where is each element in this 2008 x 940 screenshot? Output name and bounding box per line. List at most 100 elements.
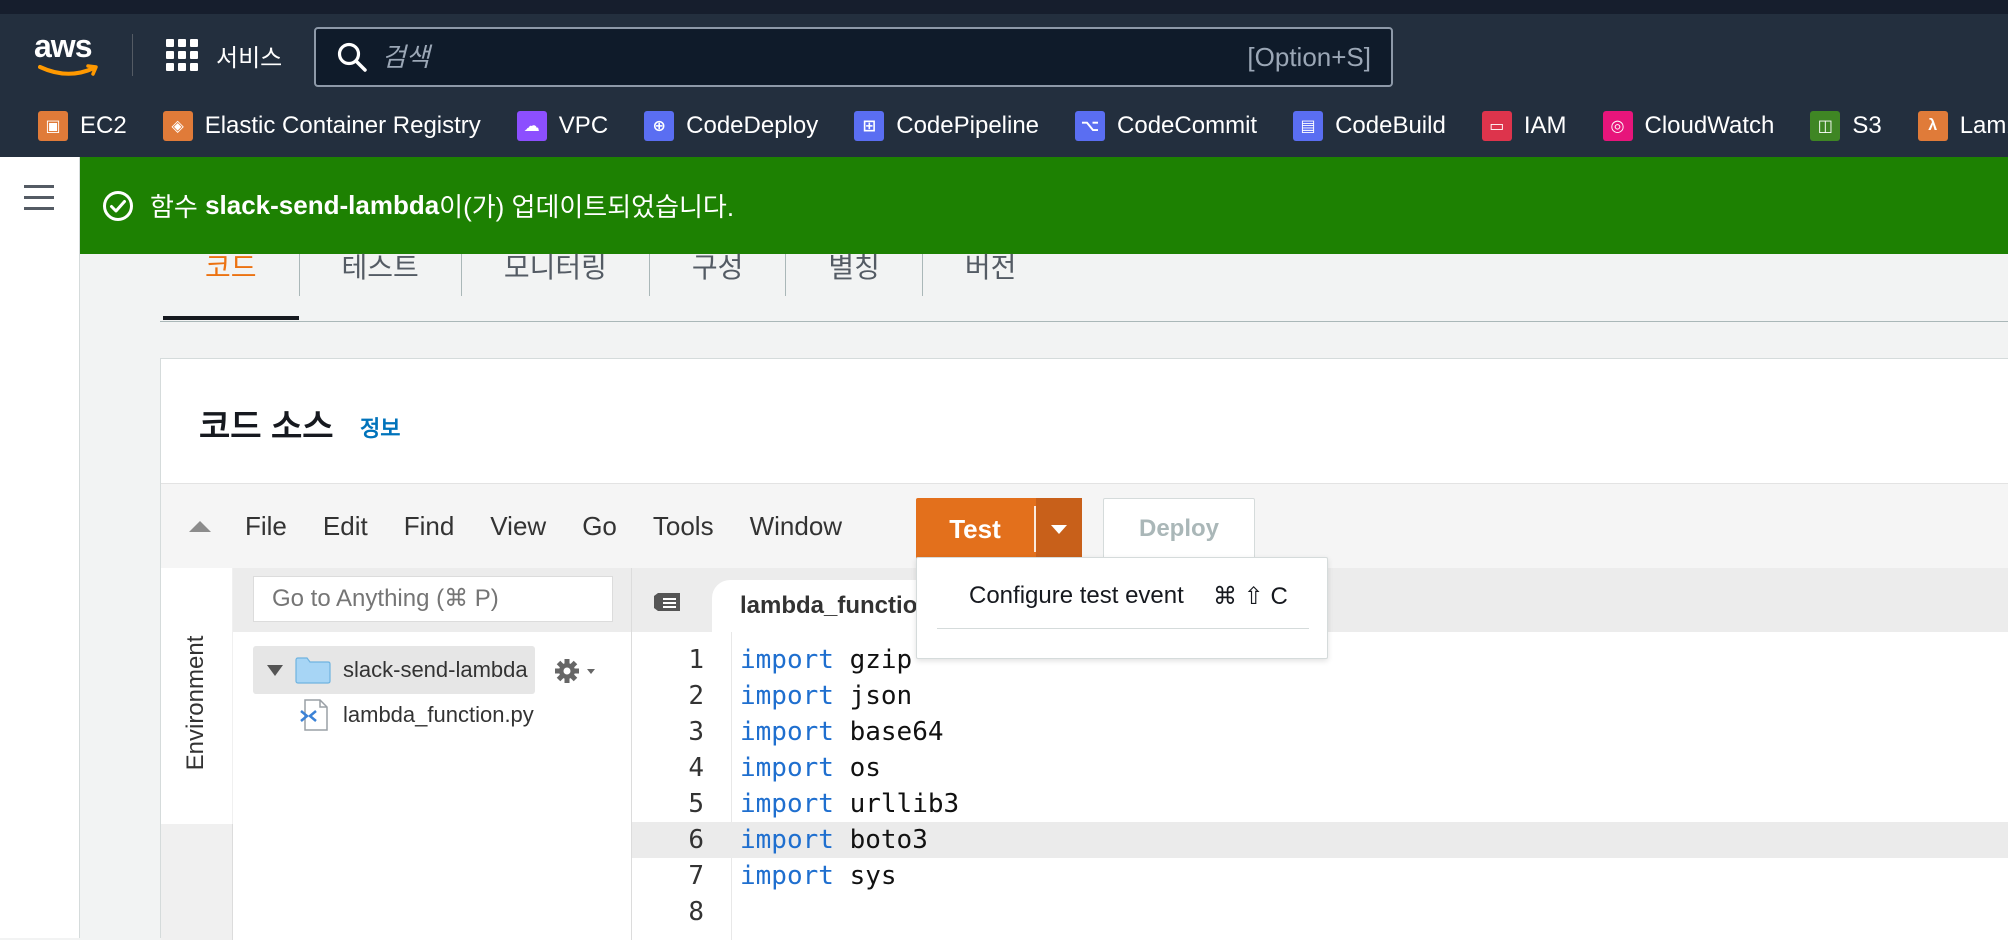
aws-smile-icon (38, 64, 98, 76)
code-line: 2 import json (632, 678, 2008, 714)
menu-find[interactable]: Find (404, 511, 455, 542)
favorite-codebuild[interactable]: ▤ CodeBuild (1293, 111, 1446, 141)
favorite-label: Lamb (1959, 112, 2008, 139)
services-label: 서비스 (216, 44, 283, 72)
favorite-codepipeline[interactable]: ⊞ CodePipeline (854, 111, 1039, 141)
tree-folder-root[interactable]: slack-send-lambda (253, 646, 535, 694)
collapse-up-icon[interactable] (189, 520, 211, 532)
test-button[interactable]: Test (916, 514, 1034, 545)
favorite-label: CodeBuild (1335, 112, 1446, 139)
tab-code[interactable]: 코드코드 (163, 252, 299, 320)
menu-window[interactable]: Window (750, 511, 842, 542)
folder-icon (295, 657, 331, 684)
configure-test-event-shortcut: ⌘ ⇧ C (1213, 583, 1288, 610)
aws-logo-text: aws (34, 28, 92, 64)
tab-versions[interactable]: 버전버전 (923, 252, 1059, 320)
flash-prefix: 함수 (150, 192, 206, 222)
favorite-codecommit[interactable]: ⌥ CodeCommit (1075, 111, 1257, 141)
environment-sidebar: Environment (161, 568, 233, 940)
deploy-button[interactable]: Deploy (1103, 498, 1255, 560)
services-menu-button[interactable]: 서비스 (166, 36, 282, 74)
menu-tools[interactable]: Tools (653, 511, 714, 542)
keyword: import (740, 825, 834, 855)
code-text: import boto3 (740, 822, 928, 858)
goto-anything-input[interactable] (253, 576, 613, 622)
ecr-icon: ◈ (162, 111, 193, 141)
favorite-ecr[interactable]: ◈ Elastic Container Registry (162, 111, 481, 141)
menu-edit[interactable]: Edit (323, 511, 368, 542)
codepipeline-icon: ⊞ (854, 111, 885, 141)
favorite-label: IAM (1523, 112, 1567, 139)
left-rail (0, 157, 80, 938)
tab-test[interactable]: 테스트테스트 (300, 252, 461, 320)
code-text: import gzip (740, 642, 912, 678)
identifier: sys (849, 861, 897, 891)
info-link[interactable]: 정보 (360, 411, 400, 443)
tree-file-lambda-function[interactable]: lambda_function.py (299, 698, 534, 732)
gear-icon[interactable] (553, 656, 599, 686)
menu-view[interactable]: View (490, 511, 546, 542)
s3-icon: ◫ (1810, 111, 1841, 141)
test-dropdown-toggle[interactable] (1036, 498, 1082, 560)
favorite-lambda[interactable]: λ Lamb (1917, 111, 2008, 141)
keyword: import (740, 789, 834, 819)
iam-icon: ▭ (1481, 111, 1512, 141)
aws-logo[interactable]: aws (34, 30, 104, 78)
success-check-icon (103, 190, 133, 221)
code-line: 3 import base64 (632, 714, 2008, 750)
search-icon (337, 42, 367, 72)
top-navigation-bar: aws 서비스 [Option+S] ▣ EC2 ◈ Elastic Contain… (0, 0, 2008, 157)
identifier: base64 (849, 717, 944, 747)
favorite-cloudwatch[interactable]: ◎ CloudWatch (1602, 111, 1774, 141)
code-editor[interactable]: 1 import gzip 2 import json 3 import base64… (631, 632, 2008, 940)
expand-triangle-icon[interactable] (267, 664, 283, 676)
test-dropdown-menu: Configure test event ⌘ ⇧ C (916, 557, 1328, 659)
identifier: urllib3 (849, 789, 960, 819)
favorite-label: CodeCommit (1117, 112, 1258, 139)
tab-list-icon[interactable] (654, 590, 684, 614)
tab-label: 버전 (964, 252, 1017, 283)
line-number: 8 (688, 897, 704, 927)
tab-label: 코드 (205, 252, 257, 283)
favorite-vpc[interactable]: ☁ VPC (516, 111, 609, 141)
favorite-label: CodeDeploy (686, 112, 819, 139)
favorite-s3[interactable]: ◫ S3 (1810, 111, 1882, 141)
grid-icon (166, 39, 198, 71)
tab-aliases[interactable]: 별칭별칭 (786, 252, 922, 320)
favorite-iam[interactable]: ▭ IAM (1481, 111, 1567, 141)
favorite-label: EC2 (80, 112, 127, 139)
menu-file[interactable]: File (245, 511, 287, 542)
environment-tab[interactable]: Environment (161, 568, 233, 824)
line-number: 6 (688, 825, 704, 855)
favorite-ec2[interactable]: ▣ EC2 (38, 111, 127, 141)
line-number: 7 (688, 861, 704, 891)
panel-title: 코드 소스 (199, 408, 334, 446)
favorite-codedeploy[interactable]: ⊕ CodeDeploy (644, 111, 818, 141)
line-number: 1 (688, 645, 704, 675)
tab-configuration[interactable]: 구성구성 (650, 252, 786, 320)
codedeploy-icon: ⊕ (644, 111, 675, 141)
search-input[interactable] (382, 41, 1248, 73)
python-file-icon (300, 699, 328, 731)
menu-go[interactable]: Go (582, 511, 617, 542)
line-number: 5 (688, 789, 704, 819)
search-shortcut: [Option+S] (1247, 41, 1371, 72)
identifier: json (849, 681, 913, 711)
line-number: 3 (688, 717, 704, 747)
test-split-button: Test (916, 498, 1082, 560)
codebuild-icon: ▤ (1293, 111, 1324, 141)
identifier: boto3 (849, 825, 928, 855)
file-name: lambda_function.py (343, 702, 534, 727)
code-line: 7 import sys (632, 858, 2008, 894)
success-flash-banner: 함수 slack-send-lambda 이(가) 업데이트되었습니다. (80, 157, 2008, 254)
configure-test-event-item[interactable]: Configure test event (969, 582, 1184, 610)
environment-label: Environment (182, 635, 209, 771)
global-search-box[interactable]: [Option+S] (314, 27, 1393, 87)
hamburger-menu-icon[interactable] (24, 185, 54, 211)
favorite-label: VPC (558, 112, 609, 139)
keyword: import (740, 717, 834, 747)
code-text: import base64 (740, 714, 944, 750)
tab-monitoring[interactable]: 모니터링모니터링 (462, 252, 649, 320)
nav-divider (132, 34, 133, 76)
test-button-separator (1034, 506, 1036, 552)
